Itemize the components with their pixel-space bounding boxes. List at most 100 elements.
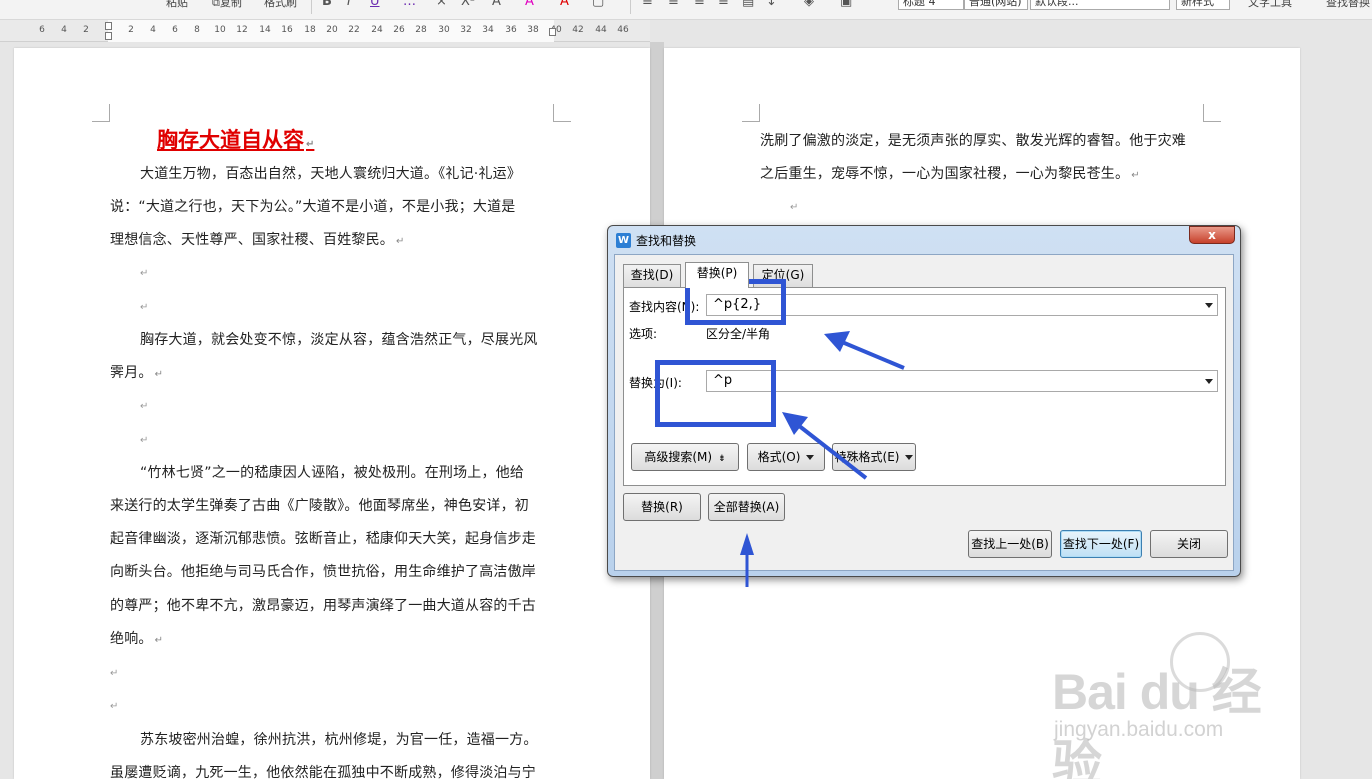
paragraph-mark: ↵ (140, 435, 149, 446)
ruler-tick: 22 (348, 25, 360, 35)
tab-find[interactable]: 查找(D) (623, 264, 681, 287)
paragraph-mark: ↵ (110, 668, 119, 679)
paragraph-mark: ↵ (154, 369, 164, 380)
new-style-button[interactable]: 新样式 (1176, 0, 1230, 10)
options-label: 选项: (629, 327, 658, 341)
superscript-button[interactable]: X² (461, 0, 475, 9)
ruler-tick: 2 (83, 25, 89, 35)
highlight-button[interactable]: A (525, 0, 534, 9)
text-line: 说：“大道之行也，天下为公。”大道不是小道，不是小我；大道是 (110, 199, 516, 215)
paragraph-mark: ↵ (1131, 170, 1140, 181)
replace-all-button[interactable]: 全部替换(A) (708, 493, 785, 521)
text-line: 之后重生，宠辱不惊，一心为国家社稷，一心为黎民苍生。 ↵ (760, 166, 1140, 182)
find-previous-button[interactable]: 查找上一处(B) (968, 530, 1052, 558)
ruler-tick: 32 (460, 25, 472, 35)
left-indent-handle[interactable] (105, 32, 112, 40)
paste-button[interactable]: 粘贴 (166, 0, 188, 10)
watermark-logo-text: Bai du 经验 (1052, 664, 1262, 779)
paragraph-mark: ↵ (396, 236, 405, 247)
paragraph-mark: ↵ (790, 202, 799, 213)
chevron-down-icon (905, 455, 914, 460)
paragraph-mark: ↵ (140, 302, 149, 313)
replace-with-input[interactable]: ^p (706, 370, 1218, 392)
ruler-tick: 46 (617, 25, 629, 35)
line-spacing-icon[interactable]: ↕ (766, 0, 777, 9)
distribute-icon[interactable]: ▤ (742, 0, 754, 9)
ruler-tick: 34 (482, 25, 494, 35)
text-line: 霁月。 ↵ (110, 365, 164, 381)
style-heading4[interactable]: 标题 4 (898, 0, 964, 10)
margin-corner-mark (742, 104, 760, 122)
ribbon-toolbar: 粘贴 ⧉复制 格式刷 B I U … × X² A A A ▢ ≡ ≡ ≡ ≡ … (0, 0, 1372, 20)
ruler-tick: 4 (150, 25, 156, 35)
format-painter-button[interactable]: 格式刷 (264, 0, 297, 10)
copy-button[interactable]: ⧉复制 (212, 0, 242, 10)
ruler-tick: 2 (128, 25, 134, 35)
find-replace-toolbar-button[interactable]: 查找替换 (1326, 0, 1370, 10)
more-underline-button[interactable]: … (403, 0, 416, 9)
paragraph-mark: ↵ (140, 401, 149, 412)
ruler-tick: 12 (236, 25, 248, 35)
special-format-button[interactable]: 特殊格式(E) (832, 443, 916, 471)
ruler-tick: 4 (61, 25, 67, 35)
paragraph-mark: ↵ (306, 139, 315, 150)
format-button[interactable]: 格式(O) (747, 443, 825, 471)
replace-button[interactable]: 替换(R) (623, 493, 701, 521)
text-tools-button[interactable]: 文字工具 (1248, 0, 1292, 10)
style-normal-web[interactable]: 普通(网站) (964, 0, 1028, 10)
underline-button[interactable]: U (370, 0, 380, 9)
ruler-tick: 30 (438, 25, 450, 35)
style-default[interactable]: 默认段... (1030, 0, 1170, 10)
chevron-down-icon[interactable] (1205, 379, 1213, 384)
tab-replace[interactable]: 替换(P) (685, 262, 749, 288)
ruler-tick: 14 (259, 25, 271, 35)
document-title: 胸存大道自从容 ↵ (157, 128, 315, 152)
copy-icon: ⧉ (212, 0, 220, 9)
bold-button[interactable]: B (322, 0, 332, 9)
ruler-tick: 10 (214, 25, 226, 35)
watermark-url: jingyan.baidu.com (1054, 718, 1224, 741)
text-line: 的尊严；他不卑不亢，激昂豪迈，用琴声演绎了一曲大道从容的千古 (110, 598, 536, 614)
ruler-tick: 42 (572, 25, 584, 35)
ruler-tick: 8 (194, 25, 200, 35)
document-page-left[interactable]: 胸存大道自从容 ↵ 大道生万物，百态出自然，天地人寰统归大道。《礼记·礼运》 说：… (14, 48, 650, 779)
text-line: 理想信念、天性尊严、国家社稷、百姓黎民。 ↵ (110, 232, 405, 248)
ruler-tick: 26 (393, 25, 405, 35)
baidu-jingyan-watermark: Bai du 经验 jingyan.baidu.com (1052, 632, 1302, 779)
ruler-tick: 20 (326, 25, 338, 35)
font-color-button[interactable]: A (560, 0, 569, 9)
ruler-tick: 28 (415, 25, 427, 35)
text-line: 起音律幽淡，逐渐沉郁悲愤。弦断音止，嵇康仰天大笑，起身信步走 (110, 531, 536, 547)
dialog-title: 查找和替换 (636, 234, 697, 248)
annotation-box-replace (655, 360, 776, 427)
wps-app-icon: W (616, 233, 631, 248)
margin-corner-mark (92, 104, 110, 122)
border-icon[interactable]: ▢ (592, 0, 604, 9)
advanced-search-button[interactable]: 高级搜索(M) ⇟ (631, 443, 739, 471)
toolbar-divider (311, 0, 312, 14)
clear-format-button[interactable]: × (436, 0, 447, 9)
table-border-icon[interactable]: ▣ (840, 0, 852, 9)
text-effect-button[interactable]: A (492, 0, 501, 9)
ruler-tick: 16 (281, 25, 293, 35)
text-line: “竹林七贤”之一的嵇康因人诬陷，被处极刑。在刑场上，他给 (140, 465, 525, 481)
text-line: 洗刷了偏激的淡定，是无须声张的厚实、散发光辉的睿智。他于灾难 (760, 133, 1186, 149)
chevron-down-icon (806, 455, 815, 460)
horizontal-ruler[interactable]: 6 4 2 2 4 6 8 10 12 14 16 18 20 22 24 26… (0, 20, 650, 42)
chevron-down-icon[interactable] (1205, 303, 1213, 308)
ruler-tick: 6 (172, 25, 178, 35)
right-indent-handle[interactable] (549, 28, 556, 36)
align-left-icon[interactable]: ≡ (642, 0, 653, 9)
ruler-tick: 18 (304, 25, 316, 35)
align-center-icon[interactable]: ≡ (668, 0, 679, 9)
paragraph-mark: ↵ (140, 268, 149, 279)
justify-icon[interactable]: ≡ (718, 0, 729, 9)
find-next-button[interactable]: 查找下一处(F) (1060, 530, 1142, 558)
align-right-icon[interactable]: ≡ (694, 0, 705, 9)
dialog-close-button[interactable]: x (1189, 226, 1235, 244)
shading-icon[interactable]: ◈ (804, 0, 814, 9)
close-button[interactable]: 关闭 (1150, 530, 1228, 558)
ruler-tick: 36 (505, 25, 517, 35)
first-line-indent-handle[interactable] (105, 22, 112, 30)
italic-button[interactable]: I (347, 0, 351, 9)
